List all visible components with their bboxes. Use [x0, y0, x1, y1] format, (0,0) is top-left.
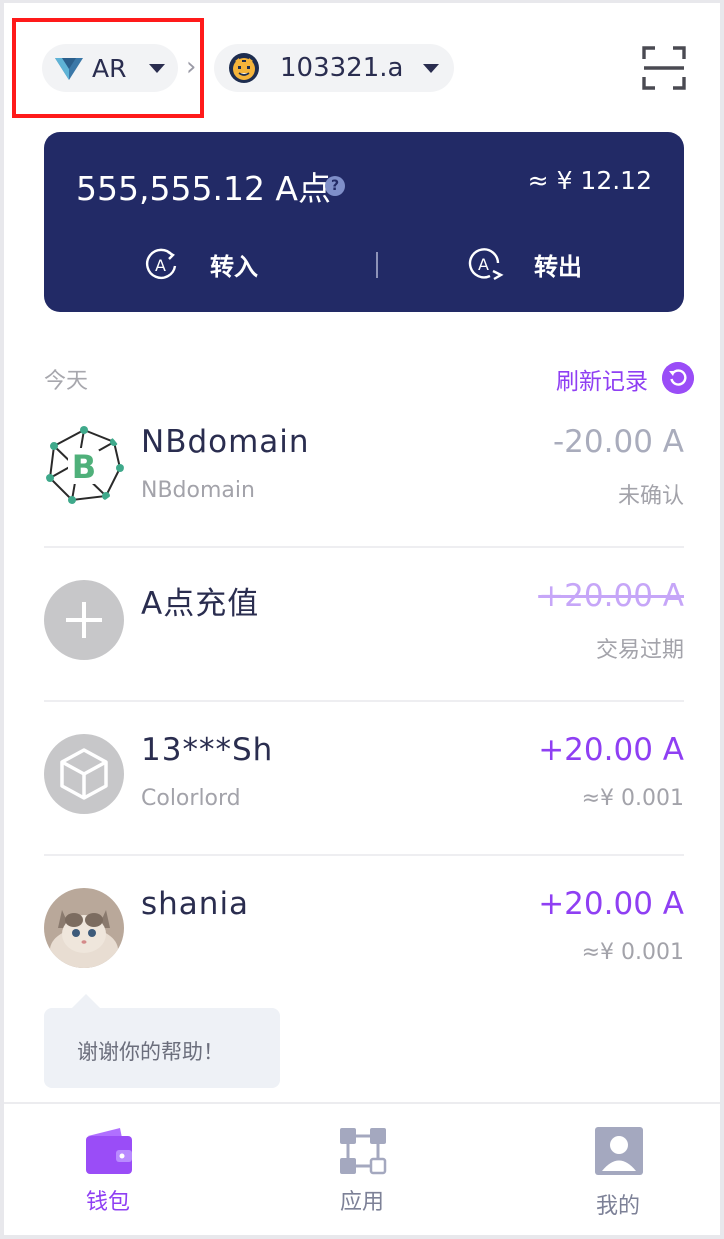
- transfer-in-label: 转入: [210, 252, 258, 281]
- help-icon[interactable]: ?: [325, 176, 345, 196]
- row-name: NBdomain: [141, 424, 310, 460]
- account-label: 103321.a: [280, 53, 404, 83]
- row-name: 13***Sh: [141, 732, 274, 768]
- tab-label: 钱包: [85, 1190, 130, 1215]
- transaction-row[interactable]: shania +20.00 A ≈¥ 0.001: [44, 856, 684, 986]
- refresh-icon[interactable]: [662, 362, 694, 394]
- highlight-box: [12, 18, 204, 118]
- svg-text:A: A: [155, 256, 166, 275]
- account-selector[interactable]: 103321.a: [214, 44, 454, 92]
- row-name: A点充值: [141, 586, 260, 622]
- chevron-down-icon: [423, 64, 439, 73]
- row-amount: +20.00 A: [538, 578, 684, 614]
- row-status: 未确认: [617, 484, 684, 509]
- tab-label: 我的: [595, 1194, 640, 1219]
- plus-icon: [44, 580, 124, 660]
- transaction-row[interactable]: A点充值 +20.00 A 交易过期: [44, 548, 684, 702]
- send-icon: A: [468, 248, 504, 281]
- row-amount: +20.00 A: [538, 886, 684, 922]
- apps-icon: [340, 1128, 387, 1175]
- tab-label: 应用: [339, 1190, 384, 1215]
- refresh-records-link[interactable]: 刷新记录: [556, 362, 648, 396]
- row-status: ≈¥ 0.001: [581, 786, 684, 811]
- cube-icon: [44, 734, 124, 814]
- nbdomain-logo: B: [44, 426, 124, 506]
- row-status: ≈¥ 0.001: [581, 940, 684, 965]
- wallet-icon: [86, 1128, 132, 1174]
- bottom-nav: 钱包 应用 我的: [4, 1102, 720, 1228]
- message-bubble: 谢谢你的帮助！: [44, 994, 280, 1088]
- transfer-out-button[interactable]: A 转出: [468, 246, 582, 282]
- row-sub: Colorlord: [141, 786, 241, 811]
- row-name: shania: [141, 886, 250, 922]
- kitten-photo: [44, 888, 124, 968]
- fiat-value: ≈ ¥ 12.12: [527, 166, 652, 195]
- date-label: 今天: [44, 369, 89, 394]
- svg-text:B: B: [72, 448, 96, 486]
- message-text: 谢谢你的帮助！: [77, 1040, 224, 1064]
- transaction-row[interactable]: 13***Sh Colorlord +20.00 A ≈¥ 0.001: [44, 702, 684, 856]
- row-amount: +20.00 A: [538, 732, 684, 768]
- svg-text:A: A: [478, 255, 489, 274]
- transaction-row[interactable]: B NBdomain NBdomain -20.00 A 未确认: [44, 394, 684, 548]
- scan-icon[interactable]: [640, 44, 688, 92]
- tiger-avatar-icon: [229, 53, 259, 83]
- row-amount: -20.00 A: [553, 424, 684, 460]
- transfer-in-button[interactable]: A 转入: [144, 246, 258, 282]
- balance-card: 555,555.12 A点 ? ≈ ¥ 12.12 A 转入 A 转出: [44, 132, 684, 312]
- balance-amount: 555,555.12 A点: [76, 169, 332, 208]
- transfer-out-label: 转出: [534, 252, 582, 281]
- row-sub: NBdomain: [141, 478, 255, 503]
- profile-icon: [595, 1127, 643, 1175]
- action-divider: [376, 252, 378, 278]
- receive-icon: A: [145, 248, 177, 279]
- row-status: 交易过期: [595, 638, 684, 663]
